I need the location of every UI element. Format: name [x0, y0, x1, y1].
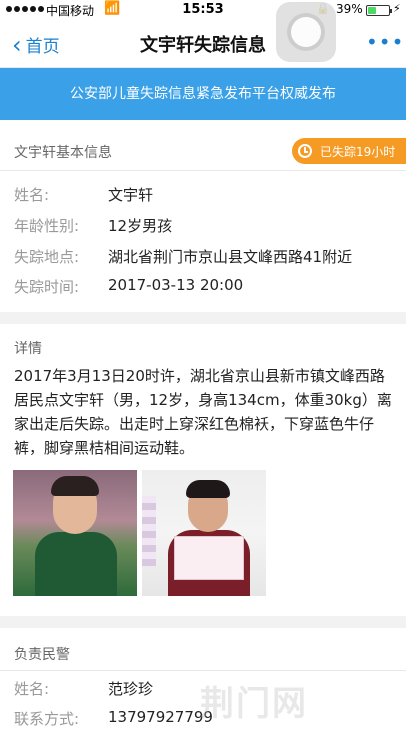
field-value: 12岁男孩	[108, 217, 173, 235]
status-bar: 中国移动 📶 15:53 🔒 39% ⚡	[0, 0, 406, 20]
field-value: 2017-03-13 20:00	[108, 276, 244, 294]
battery-icon	[366, 5, 392, 16]
field-label: 姓名:	[14, 186, 50, 204]
site-watermark: 荆门网	[200, 684, 308, 724]
missing-child-photo-1[interactable]	[13, 470, 137, 596]
more-menu-button[interactable]: •••	[366, 30, 404, 54]
basic-info-heading: 文宇轩基本信息	[14, 145, 112, 161]
charging-icon: ⚡	[393, 2, 401, 15]
phone-link[interactable]: 13797927799	[108, 708, 213, 726]
missing-duration-badge: 已失踪19小时	[292, 138, 406, 164]
assistive-touch-button[interactable]	[276, 2, 336, 62]
clock-icon	[298, 144, 312, 158]
battery-level	[368, 7, 376, 14]
field-label: 姓名:	[14, 680, 50, 698]
field-value: 文宇轩	[108, 186, 154, 204]
field-value: 湖北省荆门市京山县文峰西路41附近	[108, 248, 353, 266]
photo-figure-hair	[186, 480, 230, 498]
field-label: 年龄性别:	[14, 217, 80, 235]
assistive-touch-ring-icon	[287, 13, 325, 51]
authority-banner: 公安部儿童失踪信息紧急发布平台权威发布	[0, 68, 406, 120]
field-value: 范珍珍	[108, 680, 154, 698]
divider	[0, 670, 406, 671]
field-label: 失踪时间:	[14, 278, 80, 296]
details-text: 2017年3月13日20时许，湖北省京山县新市镇文峰西路居民点文宇轩（男，12岁…	[14, 367, 392, 457]
photo-held-paper	[174, 536, 244, 580]
missing-duration-text: 已失踪19小时	[320, 144, 396, 159]
section-separator	[0, 616, 406, 628]
photo-figure-body	[35, 532, 117, 596]
page-title: 文宇轩失踪信息	[140, 35, 266, 56]
divider	[0, 170, 406, 171]
section-separator	[0, 312, 406, 324]
missing-child-photo-2[interactable]	[142, 470, 266, 596]
photo-blur-mosaic	[142, 496, 156, 566]
details-heading: 详情	[14, 341, 42, 357]
field-label: 联系方式:	[14, 710, 80, 728]
photo-figure-hair	[51, 476, 99, 496]
field-label: 失踪地点:	[14, 248, 80, 266]
nav-bar: ‹ 首页 文宇轩失踪信息 •••	[0, 20, 406, 68]
battery-percent: 39%	[336, 2, 363, 16]
officer-heading: 负责民警	[14, 647, 70, 663]
